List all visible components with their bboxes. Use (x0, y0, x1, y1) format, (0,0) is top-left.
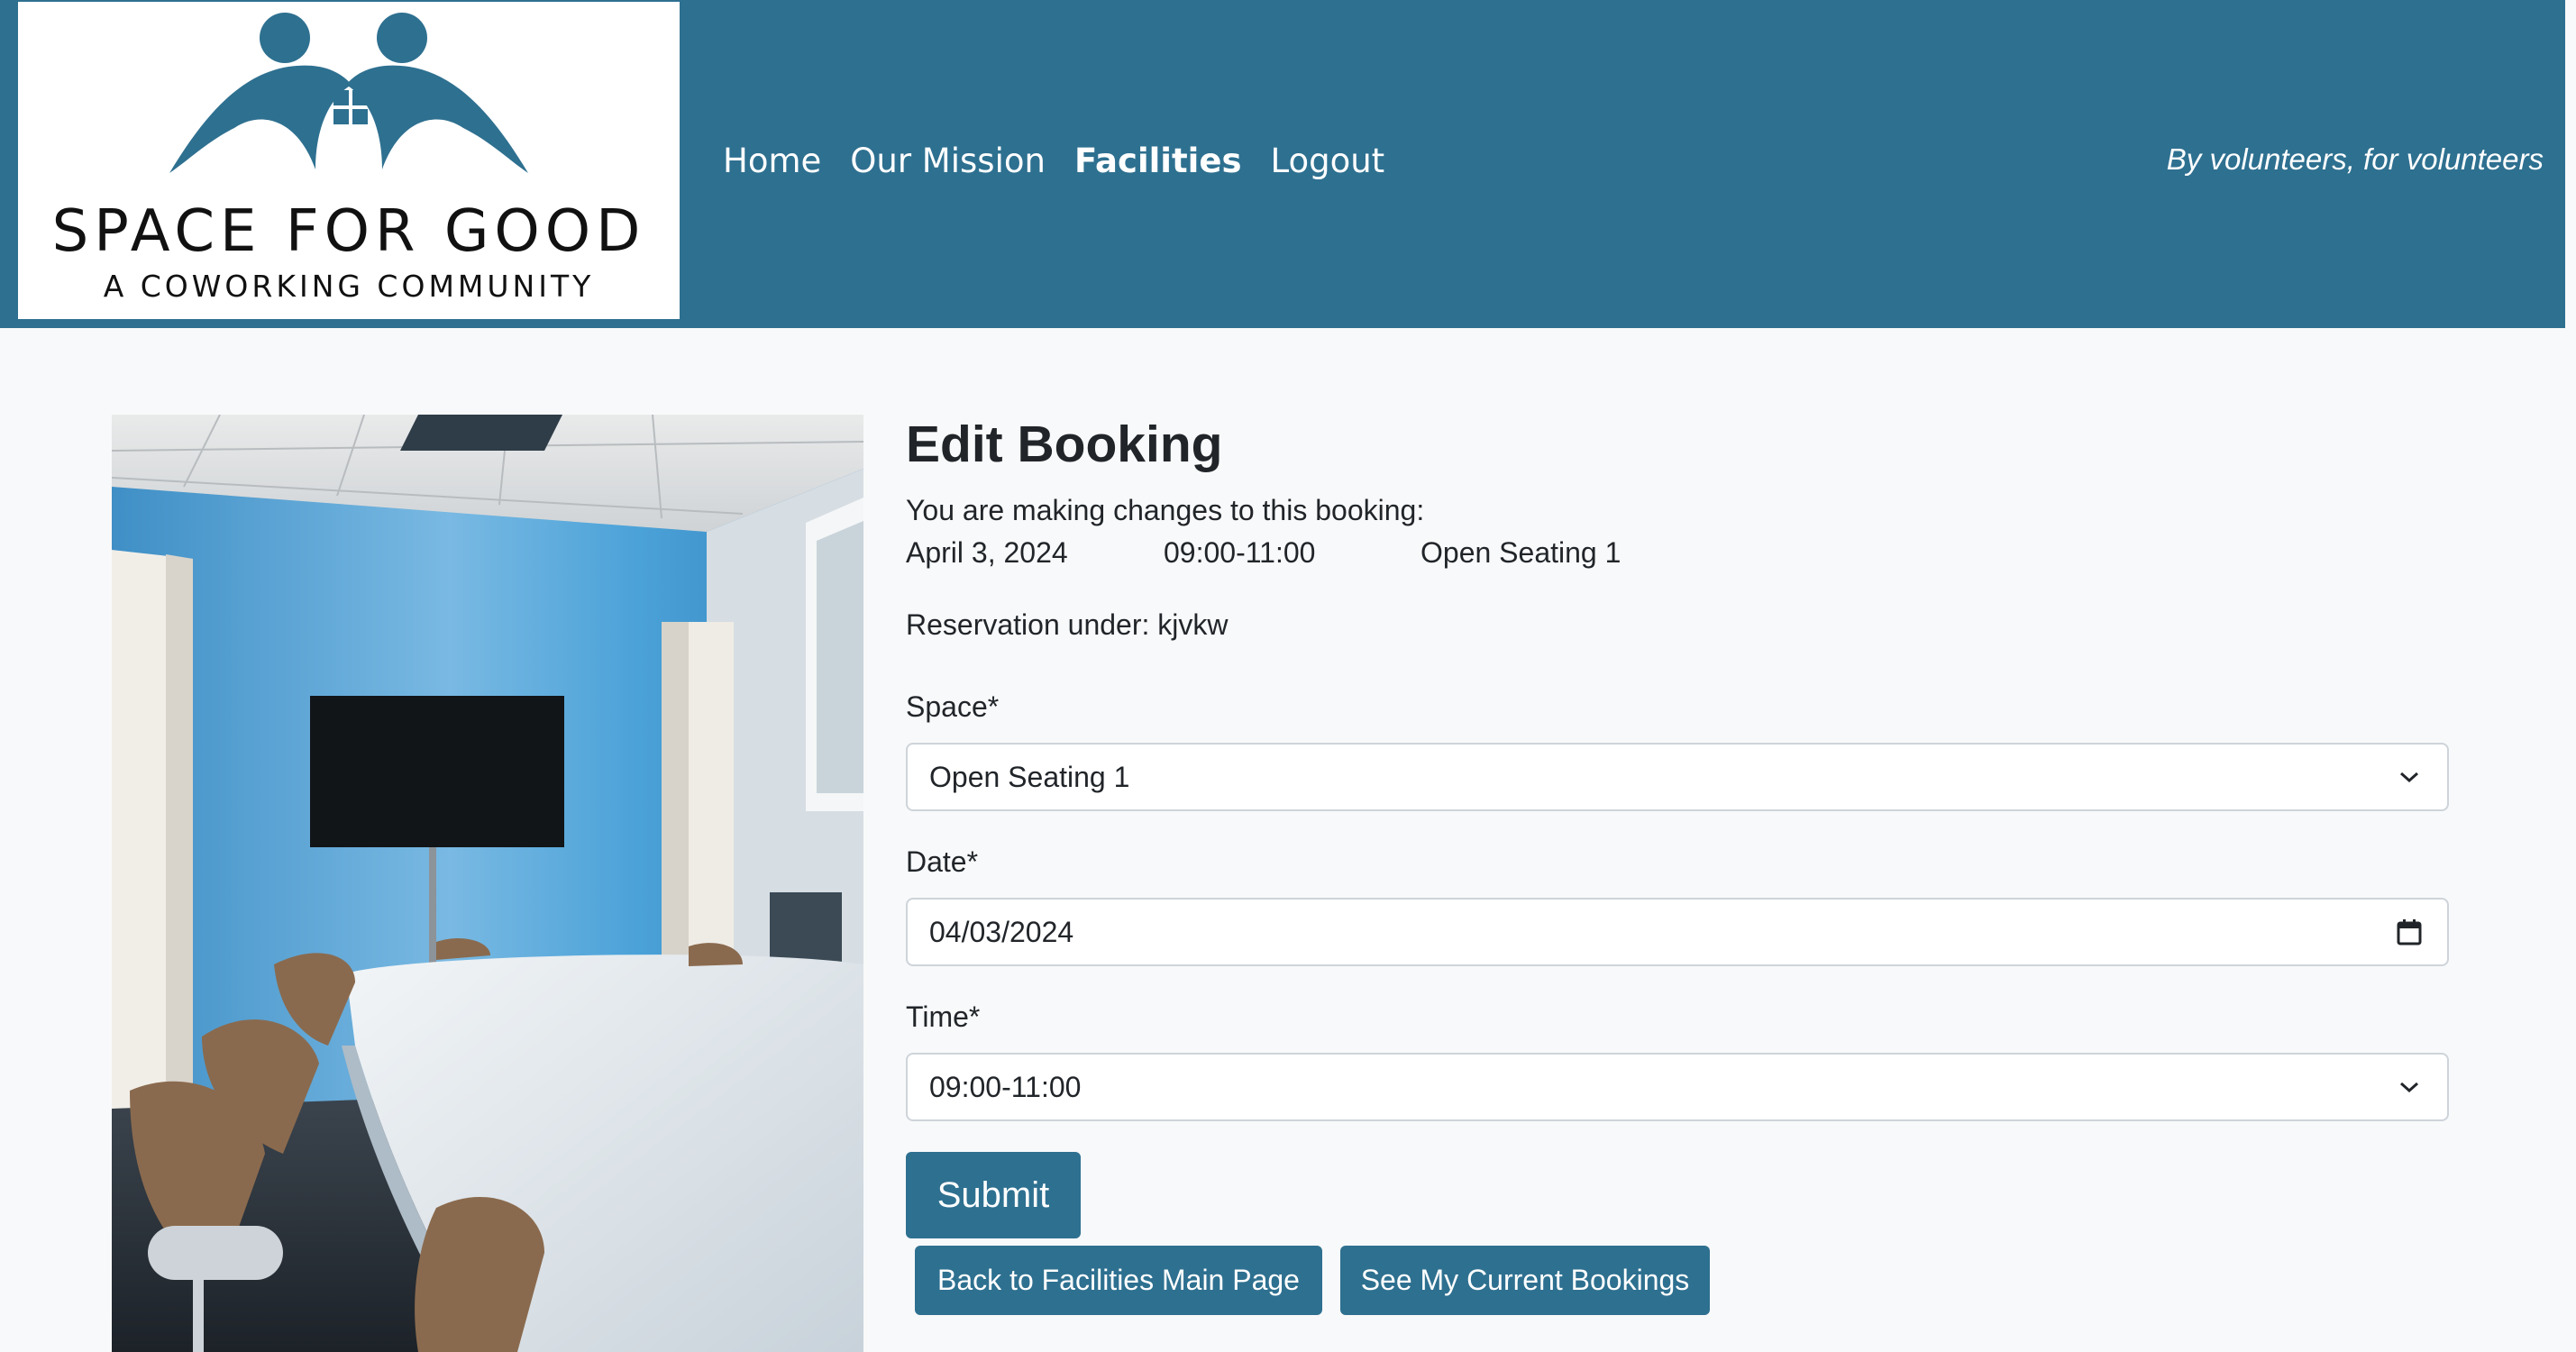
back-to-facilities-button[interactable]: Back to Facilities Main Page (915, 1246, 1322, 1315)
see-current-bookings-button[interactable]: See My Current Bookings (1340, 1246, 1710, 1315)
nav-logout[interactable]: Logout (1270, 142, 1384, 180)
date-label: Date* (906, 845, 979, 878)
space-select[interactable]: Open Seating 1 (906, 743, 2449, 811)
logo-icon (169, 13, 528, 173)
booking-space: Open Seating 1 (1420, 536, 1621, 569)
nav-home[interactable]: Home (723, 142, 821, 180)
nav-our-mission[interactable]: Our Mission (850, 142, 1046, 180)
logo[interactable]: SPACE FOR GOOD A COWORKING COMMUNITY (18, 2, 680, 319)
meeting-room-photo (112, 415, 863, 1352)
chevron-down-icon (2393, 761, 2425, 793)
page-title: Edit Booking (906, 416, 1223, 473)
date-input-value: 04/03/2024 (929, 915, 1074, 948)
submit-button[interactable]: Submit (906, 1152, 1081, 1238)
logo-title: SPACE FOR GOOD (51, 198, 646, 265)
logo-subtitle: A COWORKING COMMUNITY (103, 269, 595, 304)
date-input[interactable]: 04/03/2024 (906, 898, 2449, 966)
time-select-value: 09:00-11:00 (929, 1070, 1082, 1103)
site-header: SPACE FOR GOOD A COWORKING COMMUNITY Hom… (0, 0, 2565, 328)
page-edge (2565, 0, 2576, 1352)
time-label: Time* (906, 1000, 981, 1033)
booking-time: 09:00-11:00 (1164, 536, 1316, 569)
reservation-name: Reservation under: kjvkw (906, 608, 1229, 641)
space-select-value: Open Seating 1 (929, 760, 1130, 793)
meeting-room-image (112, 415, 863, 1352)
chevron-down-icon (2393, 1071, 2425, 1103)
tagline: By volunteers, for volunteers (2166, 142, 2544, 176)
page: SPACE FOR GOOD A COWORKING COMMUNITY Hom… (0, 0, 2576, 1352)
booking-date: April 3, 2024 (906, 536, 1068, 569)
space-label: Space* (906, 690, 1000, 723)
main-nav: Home Our Mission Facilities Logout (723, 138, 1384, 183)
calendar-icon[interactable] (2393, 916, 2425, 948)
nav-facilities[interactable]: Facilities (1074, 142, 1242, 180)
booking-intro: You are making changes to this booking: (906, 494, 1425, 526)
time-select[interactable]: 09:00-11:00 (906, 1053, 2449, 1121)
